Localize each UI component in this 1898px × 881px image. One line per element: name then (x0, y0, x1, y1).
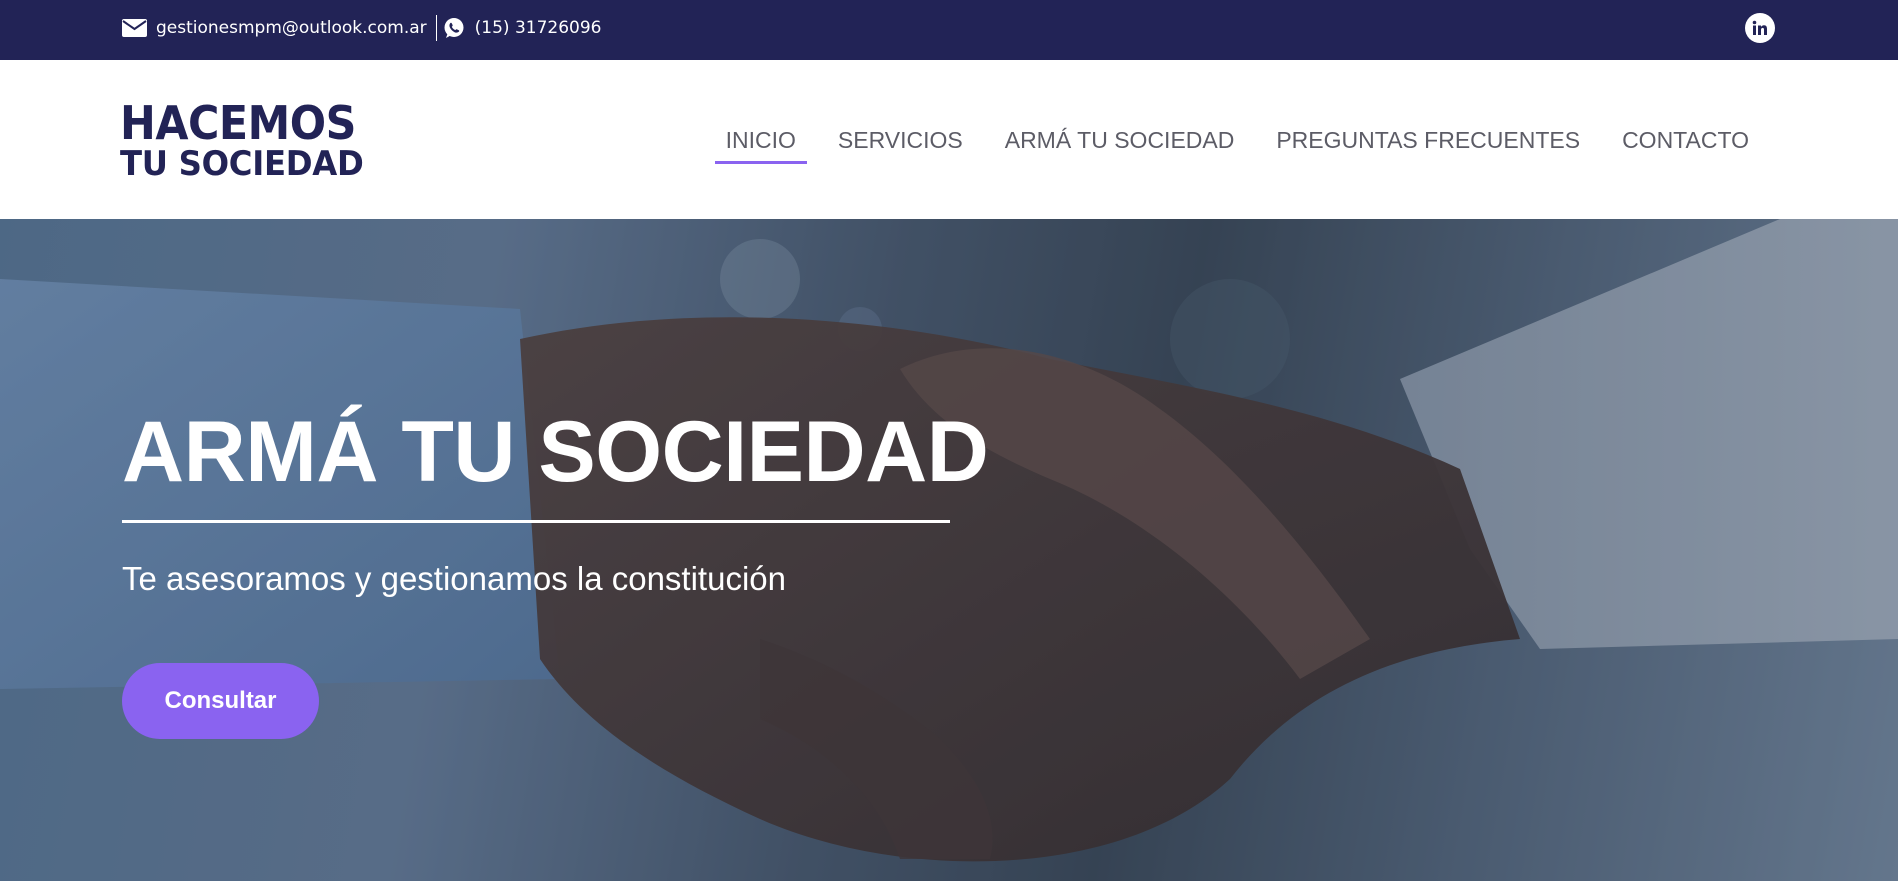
phone-number[interactable]: (15) 31726096 (475, 18, 602, 38)
hero-divider (122, 520, 950, 523)
nav-item-servicios[interactable]: SERVICIOS (827, 116, 974, 164)
nav-item-contacto[interactable]: CONTACTO (1611, 116, 1760, 164)
nav-item-arma-tu-sociedad[interactable]: ARMÁ TU SOCIEDAD (994, 116, 1246, 164)
main-nav: INICIO SERVICIOS ARMÁ TU SOCIEDAD PREGUN… (695, 60, 1760, 219)
site-logo[interactable]: HACEMOS TU SOCIEDAD (120, 100, 376, 181)
hero-subtitle: Te asesoramos y gestionamos la constituc… (122, 560, 786, 597)
logo-line-1: HACEMOS (120, 96, 357, 150)
nav-item-inicio[interactable]: INICIO (714, 116, 808, 164)
contact-divider (435, 15, 437, 41)
top-contact-bar: gestionesmpm@outlook.com.ar (15) 3172609… (0, 0, 1898, 60)
hero-section: ARMÁ TU SOCIEDAD Te asesoramos y gestion… (0, 219, 1898, 881)
contact-info: gestionesmpm@outlook.com.ar (15) 3172609… (122, 0, 601, 56)
envelope-icon (122, 19, 147, 37)
whatsapp-icon (443, 17, 465, 39)
hero-overlay (0, 219, 1898, 881)
linkedin-icon[interactable] (1745, 13, 1775, 43)
site-header: HACEMOS TU SOCIEDAD INICIO SERVICIOS ARM… (0, 60, 1898, 219)
consultar-button[interactable]: Consultar (122, 663, 319, 739)
email-link[interactable]: gestionesmpm@outlook.com.ar (156, 18, 427, 38)
logo-line-2: TU SOCIEDAD (120, 144, 364, 184)
hero-title: ARMÁ TU SOCIEDAD (122, 404, 989, 500)
nav-item-preguntas-frecuentes[interactable]: PREGUNTAS FRECUENTES (1265, 116, 1591, 164)
